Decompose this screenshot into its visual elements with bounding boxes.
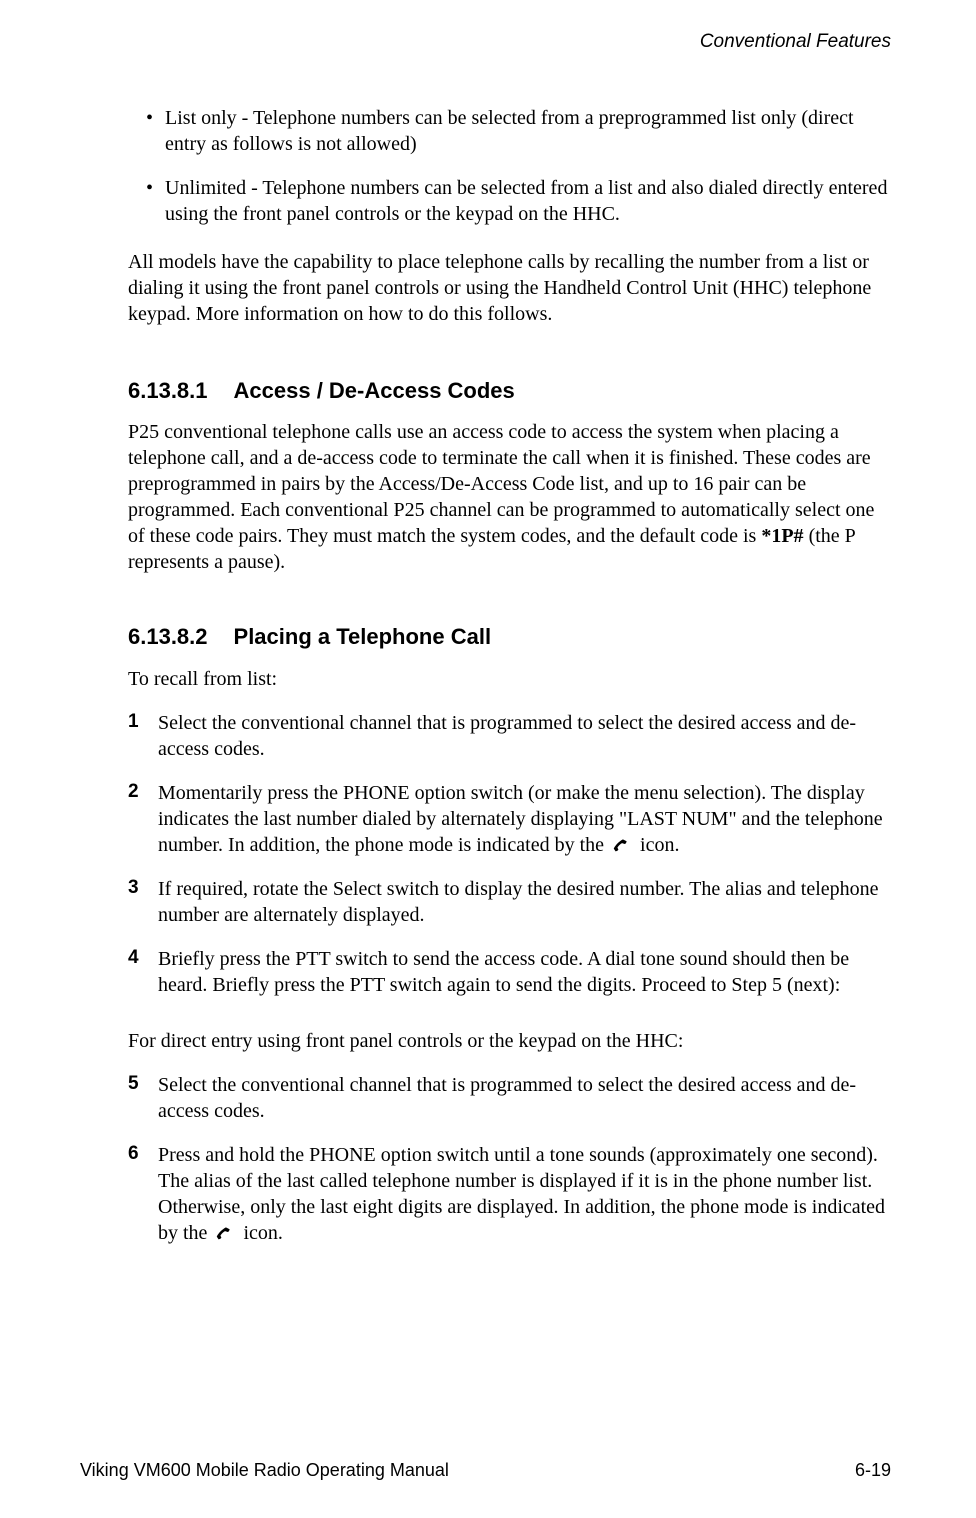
step-number: 3 [128,876,158,928]
step-text-post: icon. [640,834,679,856]
running-header: Conventional Features [128,30,891,55]
step-number: 4 [128,946,158,998]
list-item: 5 Select the conventional channel that i… [128,1072,891,1124]
bullet-item: Unlimited - Telephone numbers can be sel… [128,175,891,227]
intro-line: To recall from list: [128,666,891,692]
code-literal: *1P# [761,525,803,547]
list-item: 1 Select the conventional channel that i… [128,710,891,762]
numbered-list-b: 5 Select the conventional channel that i… [128,1072,891,1246]
bullet-item: List only - Telephone numbers can be sel… [128,105,891,157]
section-number: 6.13.8.2 [128,623,208,652]
step-text: Select the conventional channel that is … [158,1072,891,1124]
list-item: 4 Briefly press the PTT switch to send t… [128,946,891,998]
step-text: Select the conventional channel that is … [158,710,891,762]
bullet-text: List only - Telephone numbers can be sel… [165,105,891,157]
step-text-pre: Momentarily press the PHONE option switc… [158,782,883,856]
mid-paragraph: For direct entry using front panel contr… [128,1028,891,1054]
step-number: 6 [128,1142,158,1246]
step-text: Press and hold the PHONE option switch u… [158,1142,891,1246]
step-number: 2 [128,780,158,858]
step-number: 5 [128,1072,158,1124]
section-title: Placing a Telephone Call [234,623,492,652]
list-item: 2 Momentarily press the PHONE option swi… [128,780,891,858]
section-heading-access-codes: 6.13.8.1 Access / De-Access Codes [128,377,891,406]
phone-handset-icon [611,834,633,852]
list-item: 6 Press and hold the PHONE option switch… [128,1142,891,1246]
step-text: If required, rotate the Select switch to… [158,876,891,928]
numbered-list-a: 1 Select the conventional channel that i… [128,710,891,998]
step-number: 1 [128,710,158,762]
section-body: P25 conventional telephone calls use an … [128,419,891,575]
list-item: 3 If required, rotate the Select switch … [128,876,891,928]
phone-handset-icon [214,1222,236,1240]
bullet-text: Unlimited - Telephone numbers can be sel… [165,175,891,227]
footer-left: Viking VM600 Mobile Radio Operating Manu… [80,1459,449,1482]
body-paragraph: All models have the capability to place … [128,249,891,327]
step-text: Momentarily press the PHONE option switc… [158,780,891,858]
footer-right: 6-19 [855,1459,891,1482]
step-text: Briefly press the PTT switch to send the… [158,946,891,998]
step-text-post: icon. [243,1222,282,1244]
section-title: Access / De-Access Codes [234,377,515,406]
section-number: 6.13.8.1 [128,377,208,406]
section-heading-placing-call: 6.13.8.2 Placing a Telephone Call [128,623,891,652]
page-footer: Viking VM600 Mobile Radio Operating Manu… [80,1459,891,1482]
bullet-list: List only - Telephone numbers can be sel… [128,105,891,227]
